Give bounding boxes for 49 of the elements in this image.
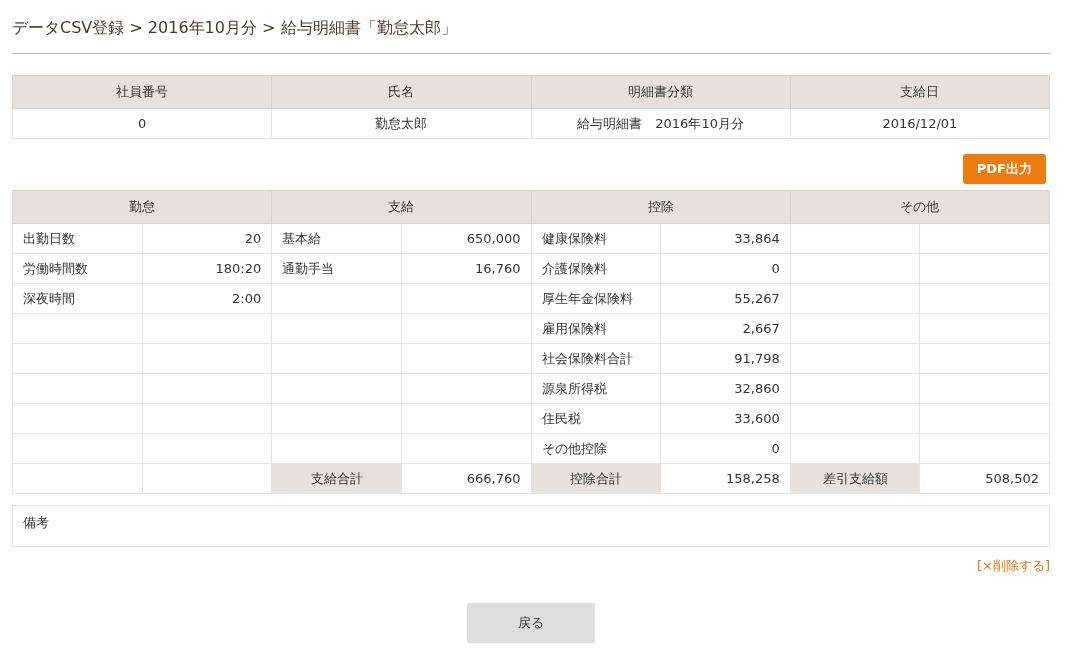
item-value: 0	[660, 253, 791, 284]
total-label: 差引支給額	[790, 463, 920, 494]
item-label: 源泉所得税	[531, 373, 661, 404]
column-header: 支給	[271, 190, 531, 224]
total-label: 控除合計	[531, 463, 661, 494]
pdf-export-button[interactable]: PDF出力	[962, 154, 1046, 184]
column-header: 控除	[531, 190, 791, 224]
column-header: 勤怠	[12, 190, 272, 224]
table-cell: 2016/12/01	[790, 108, 1050, 139]
item-value: 16,760	[401, 253, 531, 284]
back-button[interactable]: 戻る	[467, 603, 595, 643]
item-label: その他控除	[531, 433, 661, 464]
total-value: 158,258	[660, 463, 791, 494]
item-label: 通勤手当	[271, 253, 402, 284]
item-value: 2,667	[660, 313, 791, 344]
total-label: 支給合計	[271, 463, 402, 494]
item-label: 深夜時間	[12, 283, 143, 314]
breadcrumb: データCSV登録 > 2016年10月分 > 給与明細書「勤怠太郎」	[12, 17, 458, 39]
item-value: 91,798	[660, 343, 791, 374]
column-header: その他	[790, 190, 1050, 224]
item-label: 健康保険料	[531, 223, 661, 254]
total-value: 666,760	[401, 463, 531, 494]
item-value: 180:20	[142, 253, 272, 284]
item-label: 出勤日数	[12, 223, 143, 254]
item-label: 労働時間数	[12, 253, 143, 284]
total-value: 508,502	[919, 463, 1050, 494]
table-cell: 給与明細書 2016年10月分	[531, 108, 791, 139]
delete-link[interactable]: [×削除する]	[976, 557, 1050, 575]
remarks-label: 備考	[23, 515, 49, 530]
table-cell: 0	[12, 108, 272, 139]
item-value: 55,267	[660, 283, 791, 314]
item-label: 雇用保険料	[531, 313, 661, 344]
item-value: 33,864	[660, 223, 791, 254]
column-header: 明細書分類	[531, 75, 791, 109]
item-label: 社会保険料合計	[531, 343, 661, 374]
item-value: 20	[142, 223, 272, 254]
item-value: 2:00	[142, 283, 272, 314]
column-header: 氏名	[271, 75, 531, 109]
item-value: 650,000	[401, 223, 531, 254]
item-value: 0	[660, 433, 791, 464]
column-header: 支給日	[790, 75, 1050, 109]
table-cell: 勤怠太郎	[271, 108, 531, 139]
item-label: 住民税	[531, 403, 661, 434]
item-label: 基本給	[271, 223, 402, 254]
item-value: 32,860	[660, 373, 791, 404]
item-label: 介護保険料	[531, 253, 661, 284]
item-value: 33,600	[660, 403, 791, 434]
column-header: 社員番号	[12, 75, 272, 109]
item-label: 厚生年金保険料	[531, 283, 661, 314]
